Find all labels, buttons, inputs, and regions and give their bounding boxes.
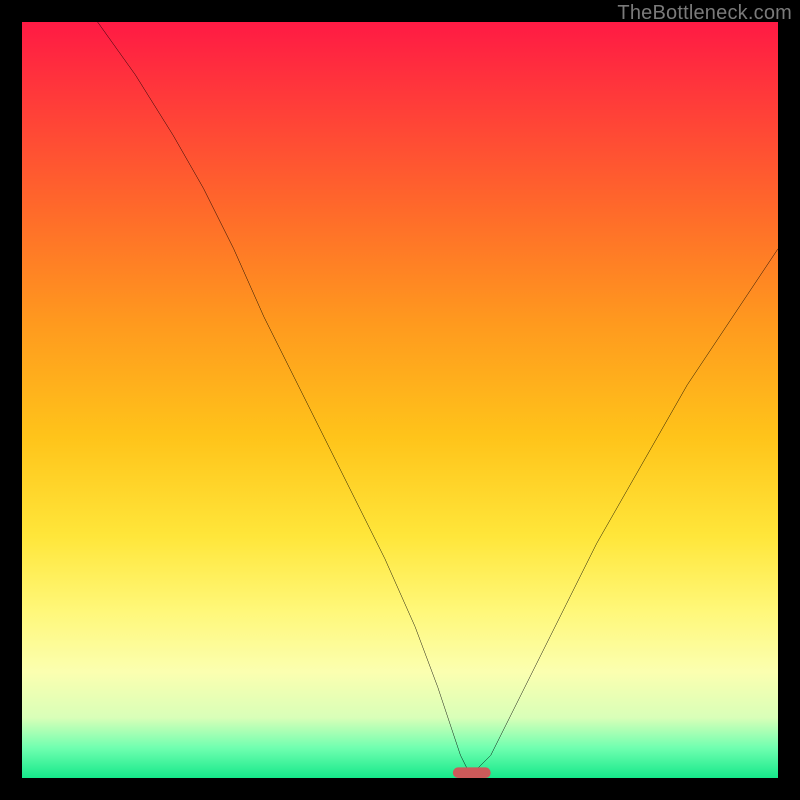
curve-path xyxy=(98,22,778,770)
minimum-marker xyxy=(453,767,491,778)
plot-area xyxy=(22,22,778,778)
chart-stage: TheBottleneck.com xyxy=(0,0,800,800)
bottleneck-curve xyxy=(22,22,778,778)
